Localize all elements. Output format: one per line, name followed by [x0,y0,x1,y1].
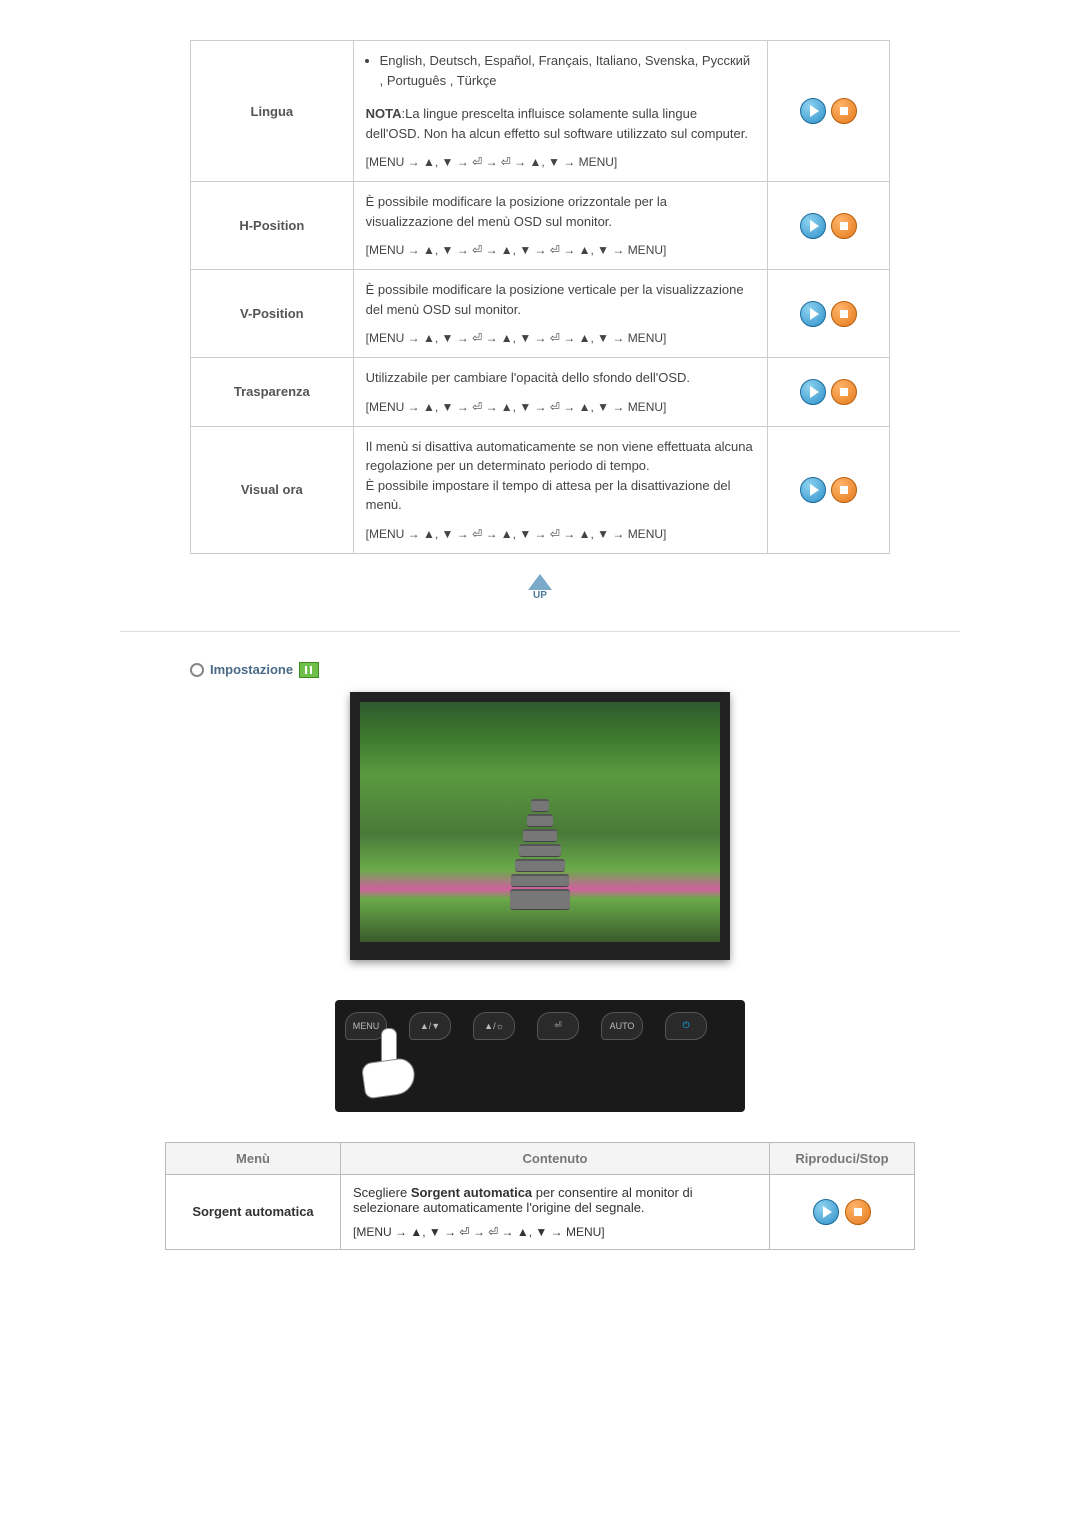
monitor-screen-image [360,702,720,942]
play-icon[interactable] [800,379,826,405]
hand-pointer-icon [353,1028,423,1098]
sorgent-sequence: [MENU → ▲, ▼ → ⏎ → ⏎ → ▲, ▼ → MENU] [353,1225,757,1239]
impostazione-table: Menù Contenuto Riproduci/Stop Sorgent au… [165,1142,915,1250]
pagoda-graphic [510,799,570,912]
stop-icon[interactable] [831,477,857,503]
monitor-buttons-illustration: MENU ▲/▼ ▲/☼ ⏎ AUTO ⏻ [335,1000,745,1112]
vposition-content: È possibile modificare la posizione vert… [353,270,767,358]
col-menu-header: Menù [166,1142,341,1174]
stop-icon[interactable] [831,379,857,405]
col-play-header: Riproduci/Stop [770,1142,915,1174]
nota-label: NOTA [366,106,402,121]
settings-sliders-icon [299,662,319,678]
sorgent-content: Scegliere Sorgent automatica per consent… [341,1174,770,1249]
sorgent-label: Sorgent automatica [166,1174,341,1249]
bullet-icon [190,663,204,677]
play-icon[interactable] [800,98,826,124]
hposition-content: È possibile modificare la posizione oriz… [353,182,767,270]
vposition-sequence: [MENU → ▲, ▼ → ⏎ → ▲, ▼ → ⏎ → ▲, ▼ → MEN… [366,329,755,347]
hposition-sequence: [MENU → ▲, ▼ → ⏎ → ▲, ▼ → ⏎ → ▲, ▼ → MEN… [366,241,755,259]
hposition-desc: È possibile modificare la posizione oriz… [366,192,755,231]
menu-lingua-label: Lingua [191,41,354,182]
nota-text: :La lingue prescelta influisce solamente… [366,106,748,141]
play-icon[interactable] [813,1199,839,1225]
trasparenza-content: Utilizzabile per cambiare l'opacità dell… [353,358,767,427]
trasparenza-desc: Utilizzabile per cambiare l'opacità dell… [366,368,755,388]
up-arrow-icon [528,574,552,590]
visualora-content: Il menù si disattiva automaticamente se … [353,426,767,553]
osd-settings-table: Lingua English, Deutsch, Español, França… [190,40,890,554]
power-hw-button: ⏻ [665,1012,707,1040]
menu-hposition-label: H-Position [191,182,354,270]
bright-hw-button: ▲/☼ [473,1012,515,1040]
menu-visualora-label: Visual ora [191,426,354,553]
monitor-preview [350,692,730,960]
menu-trasparenza-label: Trasparenza [191,358,354,427]
lingua-content: English, Deutsch, Español, Français, Ita… [353,41,767,182]
vposition-desc: È possibile modificare la posizione vert… [366,280,755,319]
sorgent-pre: Scegliere [353,1185,411,1200]
stop-icon[interactable] [831,301,857,327]
play-icon[interactable] [800,477,826,503]
section-title: Impostazione [210,662,293,677]
up-link[interactable]: UP [520,574,560,601]
stop-icon[interactable] [845,1199,871,1225]
col-content-header: Contenuto [341,1142,770,1174]
play-icon[interactable] [800,301,826,327]
play-icon[interactable] [800,213,826,239]
visualora-sequence: [MENU → ▲, ▼ → ⏎ → ▲, ▼ → ⏎ → ▲, ▼ → MEN… [366,525,755,543]
auto-hw-button: AUTO [601,1012,643,1040]
trasparenza-sequence: [MENU → ▲, ▼ → ⏎ → ▲, ▼ → ⏎ → ▲, ▼ → MEN… [366,398,755,416]
divider [120,631,960,632]
visualora-desc: Il menù si disattiva automaticamente se … [366,437,755,515]
stop-icon[interactable] [831,98,857,124]
sorgent-bold: Sorgent automatica [411,1185,532,1200]
stop-icon[interactable] [831,213,857,239]
language-list: English, Deutsch, Español, Français, Ita… [380,51,755,90]
menu-vposition-label: V-Position [191,270,354,358]
up-label: UP [520,590,560,601]
enter-hw-button: ⏎ [537,1012,579,1040]
lingua-sequence: [MENU → ▲, ▼ → ⏎ → ⏎ → ▲, ▼ → MENU] [366,153,755,171]
